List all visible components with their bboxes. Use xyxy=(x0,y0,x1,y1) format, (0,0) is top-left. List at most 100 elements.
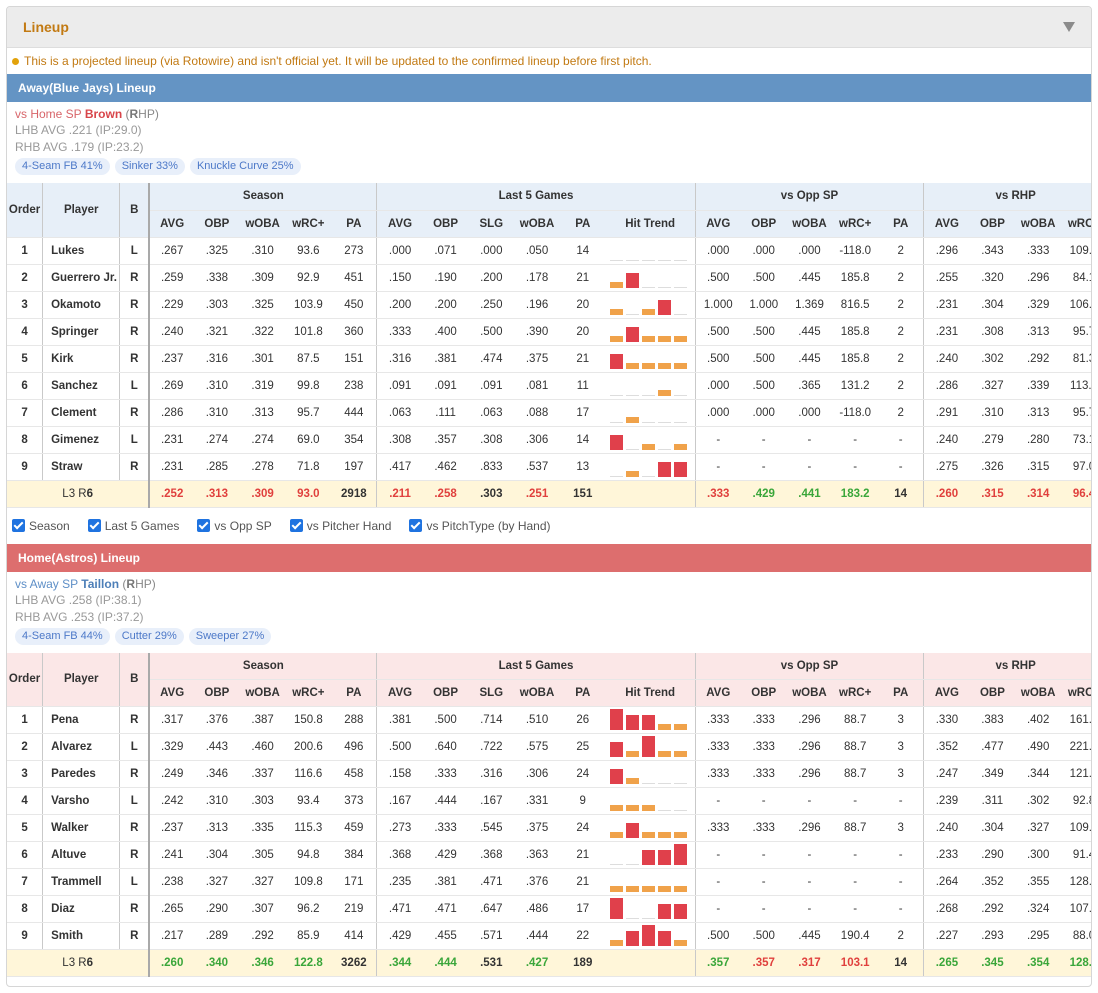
col-last5-woba[interactable]: wOBA xyxy=(514,210,560,238)
player-name[interactable]: Sanchez xyxy=(42,372,120,400)
player-name[interactable]: Smith xyxy=(42,922,120,950)
col-rhp-obp[interactable]: OBP xyxy=(969,210,1016,238)
col-season-wrc[interactable]: wRC+ xyxy=(285,679,332,707)
hit-trend-bar xyxy=(625,313,639,315)
pitch-pill[interactable]: 4-Seam FB 44% xyxy=(15,627,110,645)
col-season-pa[interactable]: PA xyxy=(331,210,377,238)
toggle-vs-opp-sp[interactable]: vs Opp SP xyxy=(197,519,272,533)
season-stat: 444 xyxy=(331,399,377,427)
col-opp-wrc[interactable]: wRC+ xyxy=(832,210,879,238)
totals-last5-stat: 189 xyxy=(559,949,606,977)
col-opp-pa[interactable]: PA xyxy=(878,679,924,707)
col-rhp-wrc[interactable]: wRC+ xyxy=(1061,210,1091,238)
panel-header[interactable]: Lineup xyxy=(7,7,1091,48)
season-stat: .229 xyxy=(148,291,195,319)
player-name[interactable]: Gimenez xyxy=(42,426,120,454)
pitch-pill[interactable]: Sinker 33% xyxy=(114,158,185,175)
sp-name[interactable]: Brown xyxy=(85,107,122,121)
col-last5-avg[interactable]: AVG xyxy=(376,210,423,238)
player-name[interactable]: Altuve xyxy=(42,841,120,869)
col-opp-pa[interactable]: PA xyxy=(878,210,924,238)
pitch-pill[interactable]: Cutter 29% xyxy=(114,627,184,645)
col-last5-slg[interactable]: SLG xyxy=(468,210,515,238)
toggle-vs-pitcher-hand[interactable]: vs Pitcher Hand xyxy=(289,519,391,533)
col-rhp-wrc[interactable]: wRC+ xyxy=(1061,679,1091,707)
col-opp-woba[interactable]: wOBA xyxy=(786,679,833,707)
player-name[interactable]: Springer xyxy=(42,318,120,346)
hit-trend-bar xyxy=(625,394,639,396)
vs-rhp-stat: .292 xyxy=(1015,345,1062,373)
checkbox-checked-icon[interactable] xyxy=(87,519,101,532)
col-season-obp[interactable]: OBP xyxy=(194,679,240,707)
col-opp-woba[interactable]: wOBA xyxy=(786,210,833,238)
col-opp-wrc[interactable]: wRC+ xyxy=(832,679,879,707)
checkbox-checked-icon[interactable] xyxy=(289,519,303,532)
player-name[interactable]: Diaz xyxy=(42,895,120,923)
player-name[interactable]: Pena xyxy=(42,706,120,734)
pitch-pill[interactable]: 4-Seam FB 41% xyxy=(15,158,110,175)
col-season-woba[interactable]: wOBA xyxy=(239,210,286,238)
col-opp-avg[interactable]: AVG xyxy=(694,210,741,238)
vs-rhp-stat: .490 xyxy=(1015,733,1062,761)
hit-trend-bar xyxy=(657,461,671,477)
col-opp-avg[interactable]: AVG xyxy=(694,679,741,707)
player-name[interactable]: Clement xyxy=(42,399,120,427)
toggle-season[interactable]: Season xyxy=(12,519,70,533)
season-stat: .321 xyxy=(194,318,240,346)
col-season-avg[interactable]: AVG xyxy=(148,679,195,707)
player-name[interactable]: Guerrero Jr. xyxy=(42,264,120,292)
col-last5-hittrend[interactable]: Hit Trend xyxy=(605,679,696,707)
col-rhp-obp[interactable]: OBP xyxy=(969,679,1016,707)
col-rhp-avg[interactable]: AVG xyxy=(923,210,970,238)
vs-opp-stat: .296 xyxy=(786,814,833,842)
sp-name[interactable]: Taillon xyxy=(81,577,119,591)
col-season-avg[interactable]: AVG xyxy=(148,210,195,238)
player-name[interactable]: Lukes xyxy=(42,237,120,265)
checkbox-checked-icon[interactable] xyxy=(409,519,423,532)
col-rhp-avg[interactable]: AVG xyxy=(923,679,970,707)
pitch-pill[interactable]: Sweeper 27% xyxy=(188,627,272,645)
col-opp-obp[interactable]: OBP xyxy=(740,679,787,707)
season-stat: .301 xyxy=(239,345,286,373)
chevron-down-icon[interactable] xyxy=(1063,22,1075,32)
col-last5-pa[interactable]: PA xyxy=(559,210,606,238)
player-name[interactable]: Okamoto xyxy=(42,291,120,319)
last5-stat: 24 xyxy=(559,760,606,788)
player-name[interactable]: Varsho xyxy=(42,787,120,815)
col-last5-obp[interactable]: OBP xyxy=(422,679,469,707)
player-name[interactable]: Alvarez xyxy=(42,733,120,761)
home-table-scroll[interactable]: Order Player B Season Last 5 Games vs Opp SP v… xyxy=(7,652,1091,977)
col-last5-pa[interactable]: PA xyxy=(559,679,606,707)
toggle-vs-pitchtype-by-hand-[interactable]: vs PitchType (by Hand) xyxy=(409,519,551,533)
col-season-obp[interactable]: OBP xyxy=(194,210,240,238)
bats-hand: L xyxy=(119,868,150,896)
vs-rhp-stat: 106.6 xyxy=(1061,291,1091,319)
vs-rhp-stat: 95.7 xyxy=(1061,399,1091,427)
vs-rhp-stat: .313 xyxy=(1015,318,1062,346)
hit-trend-bar xyxy=(609,281,623,288)
away-table-scroll[interactable]: Order Player B Season Last 5 Games vs Opp SP v… xyxy=(7,183,1091,508)
player-name[interactable]: Trammell xyxy=(42,868,120,896)
col-rhp-woba[interactable]: wOBA xyxy=(1015,679,1062,707)
col-last5-hittrend[interactable]: Hit Trend xyxy=(605,210,696,238)
col-rhp-woba[interactable]: wOBA xyxy=(1015,210,1062,238)
checkbox-checked-icon[interactable] xyxy=(12,519,25,532)
vs-rhp-stat: .344 xyxy=(1015,760,1062,788)
pitch-pill[interactable]: Knuckle Curve 25% xyxy=(189,158,301,175)
col-season-pa[interactable]: PA xyxy=(331,679,377,707)
player-name[interactable]: Straw xyxy=(42,453,120,481)
col-last5-avg[interactable]: AVG xyxy=(376,679,423,707)
col-last5-woba[interactable]: wOBA xyxy=(514,679,560,707)
col-season-wrc[interactable]: wRC+ xyxy=(285,210,332,238)
player-name[interactable]: Kirk xyxy=(42,345,120,373)
vs-rhp-stat: .349 xyxy=(969,760,1016,788)
col-last5-slg[interactable]: SLG xyxy=(468,679,515,707)
player-name[interactable]: Paredes xyxy=(42,760,120,788)
player-name[interactable]: Walker xyxy=(42,814,120,842)
toggle-last-5-games[interactable]: Last 5 Games xyxy=(87,519,179,533)
col-season-woba[interactable]: wOBA xyxy=(239,679,286,707)
vs-opp-stat: 2 xyxy=(878,345,924,373)
checkbox-checked-icon[interactable] xyxy=(197,519,211,532)
col-opp-obp[interactable]: OBP xyxy=(740,210,787,238)
col-last5-obp[interactable]: OBP xyxy=(422,210,469,238)
